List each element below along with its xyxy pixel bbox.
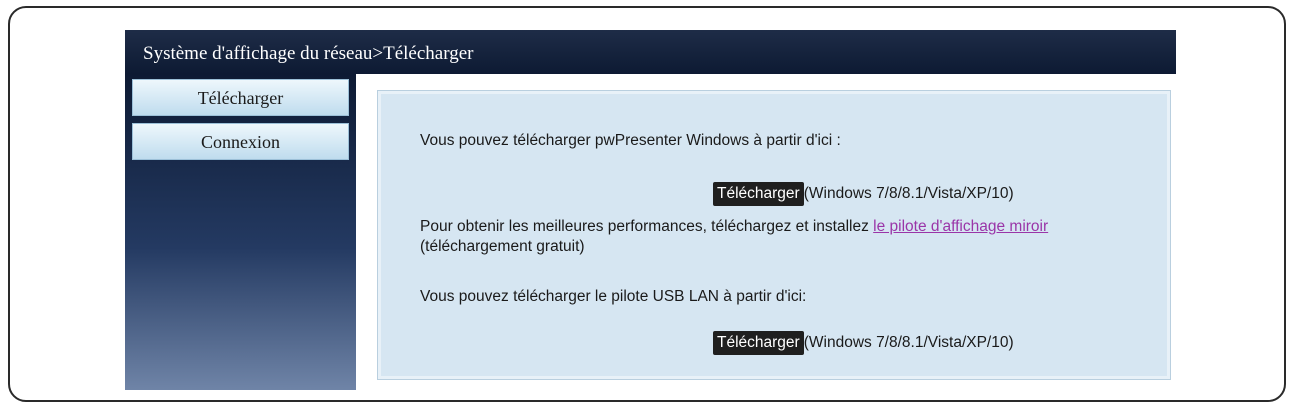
performance-text-suffix: (téléchargement gratuit) bbox=[420, 238, 585, 255]
sidebar-item-telecharger[interactable]: Télécharger bbox=[132, 79, 349, 116]
windows-download-row: Télécharger (Windows 7/8/8.1/Vista/XP/10… bbox=[713, 182, 1014, 206]
page-title: Système d'affichage du réseau>Télécharge… bbox=[143, 43, 474, 64]
page-title-bar: Système d'affichage du réseau>Télécharge… bbox=[125, 30, 1176, 74]
usb-download-row: Télécharger (Windows 7/8/8.1/Vista/XP/10… bbox=[713, 331, 1014, 355]
download-usb-lan-button[interactable]: Télécharger bbox=[713, 331, 804, 355]
sidebar-item-label: Connexion bbox=[201, 132, 280, 152]
download-panel: Vous pouvez télécharger pwPresenter Wind… bbox=[377, 90, 1171, 380]
windows-intro-text: Vous pouvez télécharger pwPresenter Wind… bbox=[420, 132, 841, 149]
performance-note: Pour obtenir les meilleures performances… bbox=[420, 217, 1140, 257]
sidebar: Télécharger Connexion bbox=[125, 74, 356, 390]
mirror-driver-link[interactable]: le pilote d'affichage miroir bbox=[873, 218, 1048, 235]
sidebar-item-connexion[interactable]: Connexion bbox=[132, 123, 349, 160]
performance-text: Pour obtenir les meilleures performances… bbox=[420, 218, 874, 235]
os-compat-note: (Windows 7/8/8.1/Vista/XP/10) bbox=[803, 185, 1014, 202]
sidebar-item-label: Télécharger bbox=[197, 88, 284, 108]
download-windows-button[interactable]: Télécharger bbox=[713, 182, 804, 206]
usb-lan-intro-text: Vous pouvez télécharger le pilote USB LA… bbox=[420, 288, 807, 305]
os-compat-note-2: (Windows 7/8/8.1/Vista/XP/10) bbox=[803, 334, 1014, 351]
